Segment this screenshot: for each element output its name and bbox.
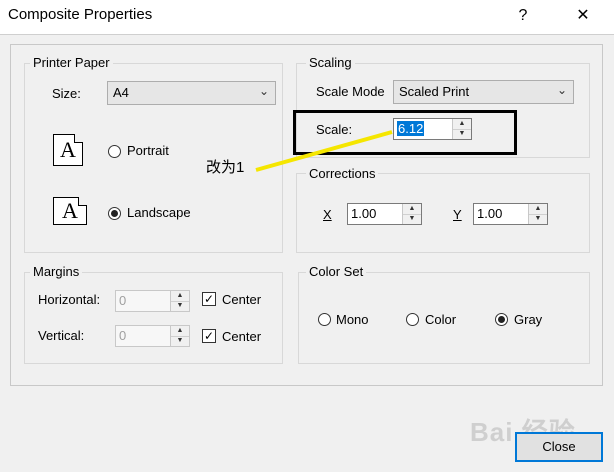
scale-mode-label: Scale Mode — [316, 84, 385, 99]
window-close-button[interactable]: ✕ — [568, 4, 598, 28]
scale-stepper-arrows[interactable]: ▲ ▼ — [452, 119, 471, 139]
triangle-down-icon[interactable]: ▼ — [171, 301, 189, 311]
close-icon: ✕ — [576, 7, 590, 24]
chevron-down-icon: ⌄ — [556, 83, 567, 97]
size-label: Size: — [52, 86, 81, 101]
scale-mode-select[interactable]: Scaled Print ⌄ — [393, 80, 574, 104]
triangle-down-icon[interactable]: ▼ — [529, 214, 547, 224]
vertical-center-checkbox[interactable]: ✓ — [202, 329, 216, 343]
gray-radio[interactable] — [495, 313, 508, 326]
mono-label: Mono — [336, 312, 369, 327]
x-correction-stepper[interactable]: 1.00 ▲ ▼ — [347, 203, 422, 225]
annotation-line — [255, 130, 393, 172]
triangle-down-icon[interactable]: ▼ — [171, 336, 189, 346]
portrait-radio[interactable] — [108, 145, 121, 158]
paper-size-value: A4 — [113, 85, 129, 100]
vertical-label: Vertical: — [38, 328, 85, 343]
help-button[interactable]: ? — [508, 4, 538, 28]
title-bar: Composite Properties ? ✕ — [0, 0, 614, 34]
horizontal-label: Horizontal: — [38, 292, 101, 307]
horizontal-center-checkbox[interactable]: ✓ — [202, 292, 216, 306]
color-radio[interactable] — [406, 313, 419, 326]
landscape-radio[interactable] — [108, 207, 121, 220]
paper-size-select[interactable]: A4 ⌄ — [107, 81, 276, 105]
portrait-paper-icon: A — [53, 134, 83, 166]
y-correction-value: 1.00 — [477, 206, 503, 221]
chevron-down-icon: ⌄ — [258, 84, 269, 98]
gray-label: Gray — [514, 312, 543, 327]
vertical-margin-value: 0 — [119, 328, 127, 343]
scaling-label: Scaling — [306, 55, 355, 70]
window-title: Composite Properties — [8, 6, 153, 23]
annotation-text: 改为1 — [206, 159, 245, 176]
annotation-arrow-line — [255, 130, 393, 172]
y-correction-stepper[interactable]: 1.00 ▲ ▼ — [473, 203, 548, 225]
horizontal-center-label: Center — [222, 292, 262, 307]
vertical-margin-stepper[interactable]: 0 ▲ ▼ — [115, 325, 190, 347]
triangle-down-icon[interactable]: ▼ — [453, 129, 471, 139]
mono-radio[interactable] — [318, 313, 331, 326]
margins-label: Margins — [30, 264, 83, 279]
x-label: X — [323, 207, 332, 222]
color-set-label: Color Set — [306, 264, 367, 279]
portrait-label: Portrait — [127, 143, 169, 158]
landscape-paper-icon: A — [53, 197, 87, 225]
y-label: Y — [453, 207, 462, 222]
scale-mode-value: Scaled Print — [399, 84, 470, 99]
close-button[interactable]: Close — [515, 432, 603, 462]
x-correction-value: 1.00 — [351, 206, 377, 221]
margins-group — [24, 272, 283, 364]
triangle-down-icon[interactable]: ▼ — [403, 214, 421, 224]
vertical-center-label: Center — [222, 329, 262, 344]
landscape-label: Landscape — [127, 205, 191, 220]
horizontal-margin-stepper[interactable]: 0 ▲ ▼ — [115, 290, 190, 312]
color-label: Color — [425, 312, 457, 327]
printer-paper-label: Printer Paper — [30, 55, 113, 70]
horizontal-margin-value: 0 — [119, 293, 127, 308]
